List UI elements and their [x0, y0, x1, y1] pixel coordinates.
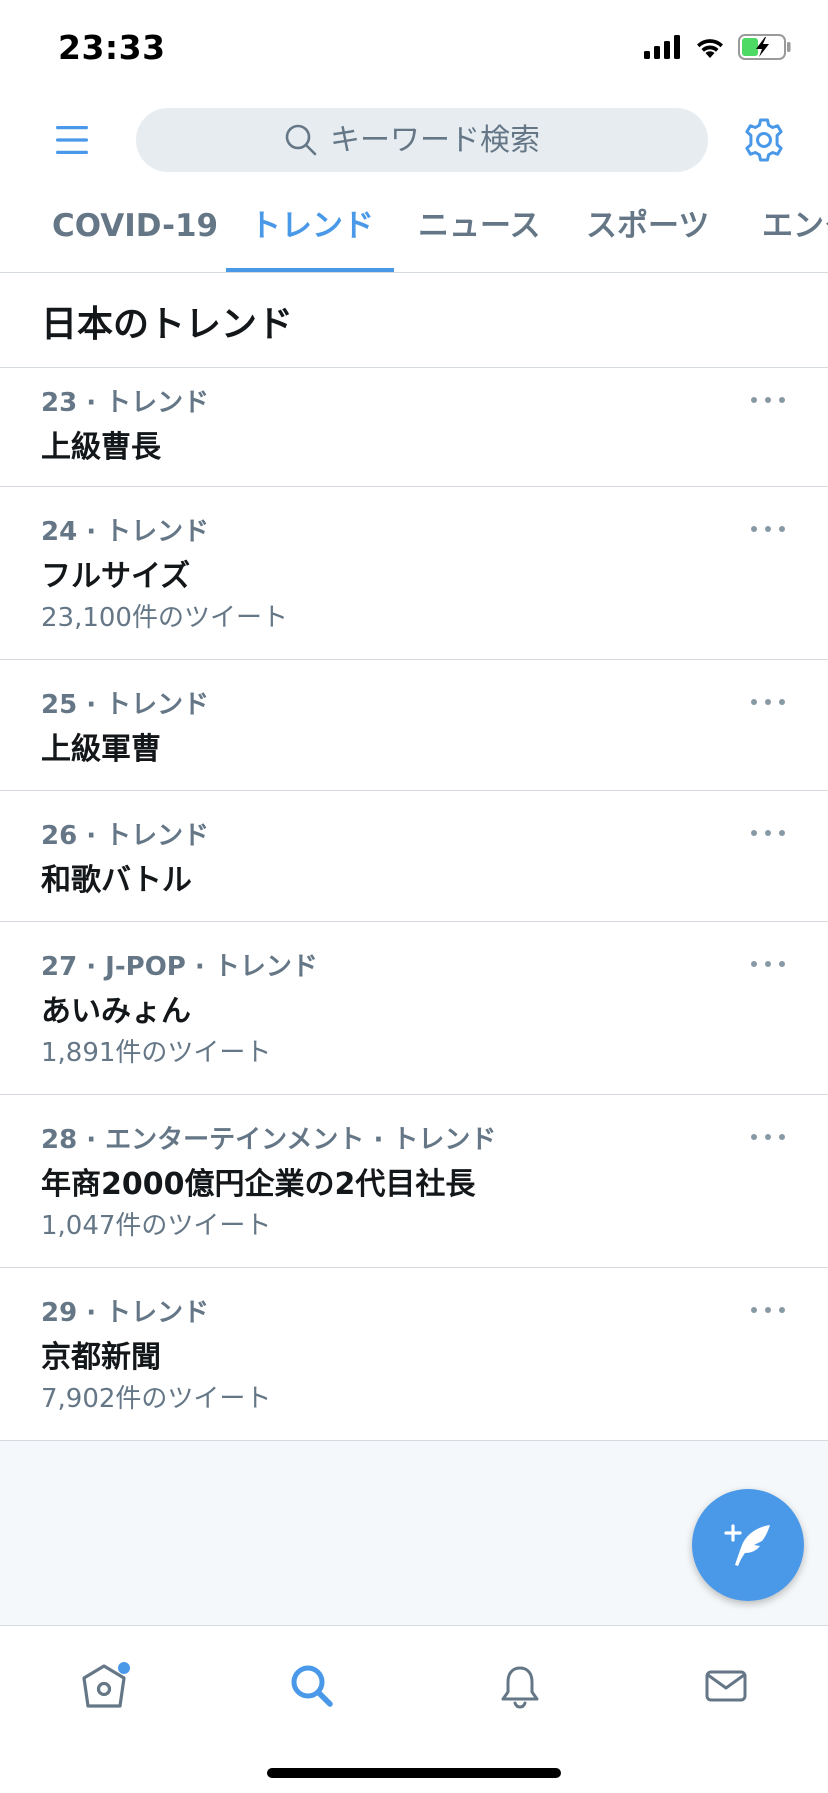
more-button[interactable]	[748, 1300, 788, 1320]
tab-news[interactable]: ニュース	[418, 196, 540, 272]
battery-charging-icon	[738, 34, 791, 60]
more-button[interactable]	[748, 823, 788, 843]
explore-tabs: COVID-19 トレンド ニュース スポーツ エンタ	[0, 196, 828, 273]
more-button[interactable]	[748, 1127, 788, 1147]
home-indicator	[267, 1768, 561, 1778]
trend-item[interactable]: 29 · トレンド 京都新聞 7,902件のツイート	[0, 1268, 828, 1441]
more-dots-icon	[751, 1134, 785, 1140]
trend-meta: 25 · トレンド	[41, 690, 210, 720]
trend-rank: 25	[41, 690, 78, 720]
wifi-icon	[697, 39, 723, 58]
trend-item[interactable]: 25 · トレンド 上級軍曹	[0, 660, 828, 791]
more-button[interactable]	[748, 954, 788, 974]
trend-rank: 23	[41, 388, 78, 418]
trend-item[interactable]: 24 · トレンド フルサイズ 23,100件のツイート	[0, 487, 828, 660]
trend-item[interactable]: 28 · エンターテインメント · トレンド 年商2000億円企業の2代目社長 …	[0, 1095, 828, 1268]
trend-category: トレンド	[105, 690, 210, 720]
trend-rank: 26	[41, 821, 78, 851]
trend-category: トレンド	[105, 821, 210, 851]
trend-item[interactable]: 23 · トレンド 上級曹長	[0, 368, 828, 487]
tweet-count: 1,891件のツイート	[41, 1038, 272, 1068]
trend-category: トレンド	[105, 1298, 210, 1328]
search-input[interactable]	[330, 122, 560, 158]
trend-name: 和歌バトル	[41, 863, 192, 898]
section-title: 日本のトレンド	[41, 304, 294, 345]
nav-notifications[interactable]	[490, 1656, 550, 1716]
gear-icon	[745, 118, 783, 162]
trend-rank: 28	[41, 1125, 78, 1155]
home-icon	[82, 1662, 130, 1708]
compose-tweet-icon	[724, 1524, 770, 1566]
trend-category: トレンド	[105, 517, 210, 547]
trend-name: 上級軍曹	[41, 732, 161, 767]
search-bar[interactable]	[136, 108, 708, 172]
trend-meta: 29 · トレンド	[41, 1298, 210, 1328]
trend-meta: 24 · トレンド	[41, 517, 210, 547]
bottom-tab-bar	[0, 1625, 828, 1793]
trend-meta: 27 · J-POP · トレンド	[41, 952, 318, 982]
more-dots-icon	[751, 526, 785, 532]
bell-icon	[501, 1666, 539, 1709]
more-button[interactable]	[748, 519, 788, 539]
more-dots-icon	[751, 1307, 785, 1313]
trend-item[interactable]: 27 · J-POP · トレンド あいみょん 1,891件のツイート	[0, 922, 828, 1095]
trend-rank: 24	[41, 517, 78, 547]
nav-explore[interactable]	[282, 1656, 342, 1716]
trend-category: エンターテインメント · トレンド	[105, 1125, 497, 1155]
compose-tweet-button[interactable]	[692, 1489, 804, 1601]
tab-entertainment[interactable]: エンタ	[762, 196, 828, 272]
tab-trends[interactable]: トレンド	[250, 196, 374, 272]
more-dots-icon	[751, 961, 785, 967]
tweet-count: 23,100件のツイート	[41, 603, 288, 633]
more-dots-icon	[751, 830, 785, 836]
trend-meta: 26 · トレンド	[41, 821, 210, 851]
section-header: 日本のトレンド	[0, 273, 828, 368]
hamburger-menu-icon	[56, 126, 88, 154]
top-header	[0, 100, 828, 180]
menu-button[interactable]	[50, 118, 94, 162]
trend-rank: 29	[41, 1298, 78, 1328]
tweet-count: 1,047件のツイート	[41, 1211, 272, 1241]
search-icon	[291, 1665, 333, 1707]
trend-name: フルサイズ	[41, 559, 191, 594]
trend-rank: 27	[41, 952, 78, 982]
trend-name: 上級曹長	[41, 430, 161, 465]
search-icon	[285, 124, 317, 156]
trend-category: J-POP · トレンド	[105, 952, 318, 982]
more-button[interactable]	[748, 692, 788, 712]
status-time: 23:33	[58, 28, 166, 67]
trend-name: 年商2000億円企業の2代目社長	[41, 1167, 476, 1202]
trend-meta: 28 · エンターテインメント · トレンド	[41, 1125, 497, 1155]
nav-home[interactable]	[74, 1656, 134, 1716]
tweet-count: 7,902件のツイート	[41, 1384, 272, 1414]
more-dots-icon	[751, 699, 785, 705]
mail-icon	[705, 1670, 747, 1702]
settings-button[interactable]	[740, 116, 788, 164]
nav-messages[interactable]	[696, 1656, 756, 1716]
tab-covid-19[interactable]: COVID-19	[52, 196, 218, 272]
active-tab-indicator	[226, 268, 394, 272]
signal-icon	[644, 35, 680, 59]
more-button[interactable]	[748, 390, 788, 410]
more-dots-icon	[751, 397, 785, 403]
trends-list: 23 · トレンド 上級曹長 24 · トレンド フルサイズ 23,100件のツ…	[0, 368, 828, 1441]
status-icons	[644, 34, 792, 60]
trend-meta: 23 · トレンド	[41, 388, 210, 418]
trend-category: トレンド	[105, 388, 210, 418]
status-bar: 23:33	[0, 0, 828, 100]
trend-item[interactable]: 26 · トレンド 和歌バトル	[0, 791, 828, 922]
tab-sports[interactable]: スポーツ	[586, 196, 709, 272]
trend-name: 京都新聞	[41, 1340, 161, 1375]
trend-name: あいみょん	[41, 994, 191, 1029]
